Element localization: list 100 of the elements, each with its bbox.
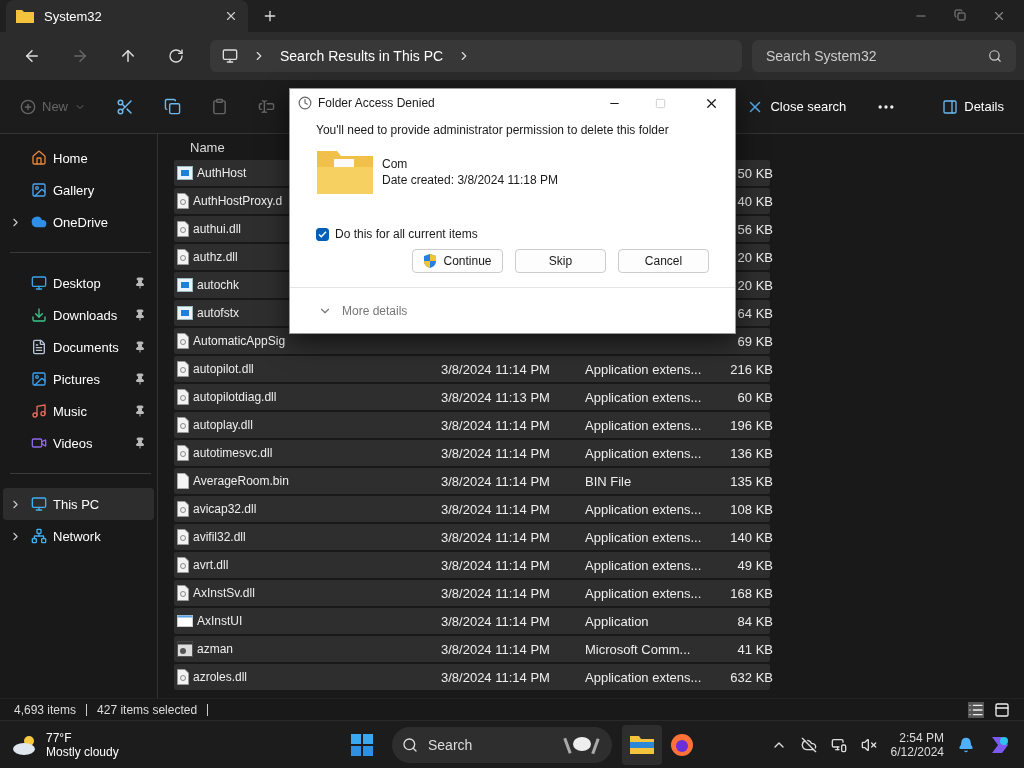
app-icon	[177, 278, 193, 292]
dialog-message: You'll need to provide administrator permission to delete this folder	[316, 123, 670, 137]
dialog-button[interactable]: Cancel	[618, 249, 709, 273]
back-icon[interactable]	[23, 47, 41, 65]
file-type: Application extens...	[585, 445, 702, 461]
dialog-button[interactable]: Skip	[515, 249, 606, 273]
file-type: Application	[585, 613, 649, 629]
copy-icon[interactable]	[164, 98, 181, 115]
file-type: Application extens...	[585, 501, 702, 517]
sidebar-item[interactable]: Downloads	[3, 299, 154, 331]
date-modified: 3/8/2024 11:14 PM	[441, 473, 550, 489]
refresh-icon[interactable]	[168, 48, 184, 64]
file-gear-icon	[177, 501, 189, 517]
dialog-button[interactable]: Continue	[412, 249, 503, 273]
file-gear-icon	[177, 193, 189, 209]
shield-icon	[423, 253, 438, 269]
folder-icon[interactable]	[630, 733, 654, 756]
search-icon	[402, 736, 418, 753]
file-name: autotimesvc.dll	[193, 446, 273, 460]
file-size: 136 KB	[729, 445, 773, 461]
file-size: 41 KB	[736, 641, 773, 657]
file-type: Application extens...	[585, 529, 702, 545]
file-gear-icon	[177, 389, 189, 405]
file-size: 168 KB	[729, 585, 773, 601]
bell-icon[interactable]	[958, 736, 974, 753]
sidebar-item[interactable]: Documents	[3, 331, 154, 363]
sidebar-item[interactable]: This PC	[3, 488, 154, 520]
browser-icon[interactable]	[670, 732, 694, 757]
file-size: 49 KB	[736, 557, 773, 573]
sidebar-item[interactable]: Music	[3, 395, 154, 427]
dialog-title: Folder Access Denied	[318, 96, 436, 110]
file-size: 140 KB	[729, 529, 773, 545]
sidebar-item[interactable]: Network	[3, 520, 154, 552]
folder-icon	[316, 149, 374, 195]
sidebar-item[interactable]: Videos	[3, 427, 154, 459]
file-gear-icon	[177, 333, 189, 349]
sidebar-item[interactable]: Home	[3, 142, 154, 174]
sidebar-item[interactable]: Desktop	[3, 267, 154, 299]
gallery-icon	[31, 182, 47, 198]
devices-icon[interactable]	[830, 736, 847, 753]
download-icon	[31, 307, 47, 323]
close-tab-icon[interactable]	[224, 9, 238, 23]
paste-icon[interactable]	[211, 98, 228, 115]
date-modified: 3/8/2024 11:13 PM	[441, 389, 550, 405]
breadcrumb-item[interactable]: Search Results in This PC	[280, 48, 444, 64]
date-modified: 3/8/2024 11:14 PM	[441, 557, 550, 573]
file-size: 69 KB	[736, 333, 773, 349]
date-modified: 3/8/2024 11:14 PM	[441, 417, 550, 433]
start-icon[interactable]	[350, 732, 374, 757]
tiles-view-icon[interactable]	[994, 701, 1010, 718]
file-name: avrt.dll	[193, 558, 229, 572]
checkbox[interactable]	[316, 227, 329, 241]
cloud-off-icon[interactable]	[800, 736, 817, 753]
file-type: Microsoft Comm...	[585, 641, 691, 657]
file-type: Application extens...	[585, 557, 702, 573]
file-gear-icon	[177, 557, 189, 573]
restore-icon[interactable]	[954, 9, 966, 21]
close-search-button[interactable]: Close search	[746, 97, 847, 116]
date-modified: 3/8/2024 11:14 PM	[441, 445, 550, 461]
taskbar-search-field[interactable]: Search	[392, 726, 612, 763]
computer-icon	[222, 48, 238, 64]
rename-icon[interactable]	[258, 98, 275, 115]
cut-icon[interactable]	[116, 97, 134, 116]
column-header[interactable]: Name	[190, 139, 225, 155]
file-name: AutomaticAppSig	[193, 334, 286, 348]
new-tab-icon[interactable]	[262, 8, 278, 24]
address-bar[interactable]: Search Results in This PC	[210, 40, 742, 72]
forward-icon[interactable]	[71, 47, 89, 65]
date-modified: 3/8/2024 11:14 PM	[441, 585, 550, 601]
file-type: Application extens...	[585, 669, 702, 685]
date-modified: 3/8/2024 11:14 PM	[441, 361, 550, 377]
sidebar-item[interactable]: Pictures	[3, 363, 154, 395]
mute-icon[interactable]	[860, 736, 877, 753]
file-gear-icon	[177, 361, 189, 377]
file-name: autopilot.dll	[193, 362, 254, 376]
up-icon[interactable]	[119, 47, 137, 65]
file-name: autopilotdiag.dll	[193, 390, 277, 404]
details-button[interactable]: Details	[942, 98, 1004, 115]
date-modified: 3/8/2024 11:14 PM	[441, 501, 550, 517]
sidebar-item[interactable]: Gallery	[3, 174, 154, 206]
more-details-toggle[interactable]: More details	[290, 287, 735, 333]
document-icon	[31, 339, 47, 355]
window-tab[interactable]: System32	[6, 0, 248, 32]
sidebar-item[interactable]: OneDrive	[3, 206, 154, 238]
file-name: AverageRoom.bin	[193, 474, 289, 488]
clock[interactable]: 2:54 PM 6/12/2024	[890, 730, 944, 759]
file-name: AuthHost	[197, 166, 247, 180]
folder-name: Com	[382, 157, 409, 171]
window-icon	[177, 615, 193, 627]
picture-icon	[31, 371, 47, 387]
console-icon	[177, 641, 193, 657]
cloud-icon	[31, 214, 47, 230]
file-gear-icon	[177, 585, 189, 601]
selection-count: 427 items selected	[97, 702, 198, 717]
file-size: 50 KB	[736, 165, 773, 181]
details-view-icon[interactable]	[968, 701, 984, 718]
file-size: 84 KB	[736, 613, 773, 629]
folder-date: Date created: 3/8/2024 11:18 PM	[382, 173, 558, 187]
app-icon	[177, 306, 193, 320]
search-field[interactable]: Search System32	[752, 40, 1016, 72]
